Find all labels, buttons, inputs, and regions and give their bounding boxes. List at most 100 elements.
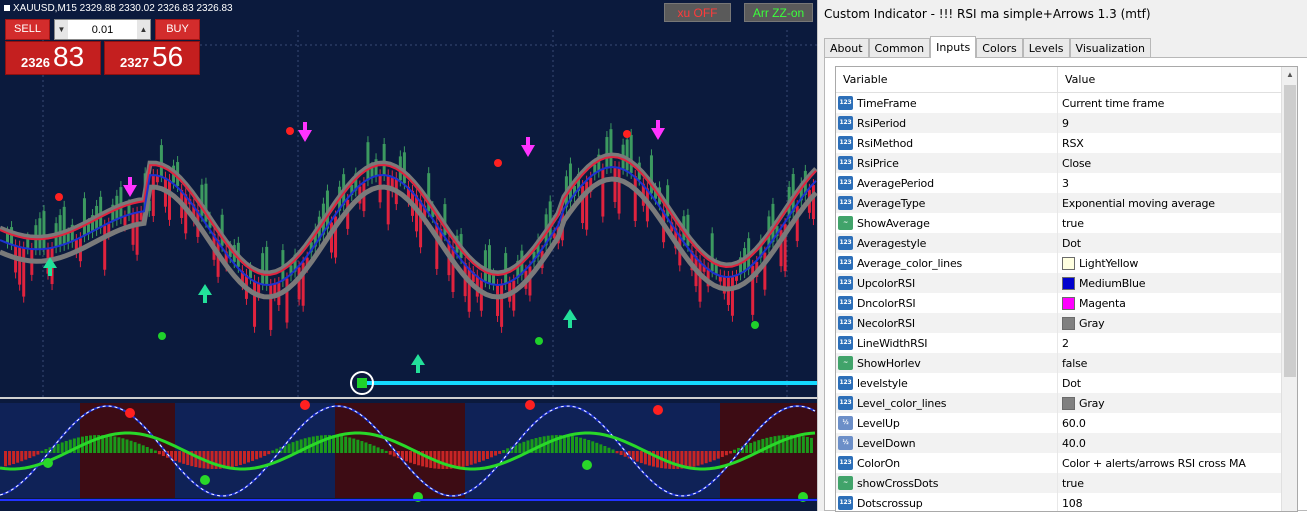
int-icon: 123 <box>838 336 853 350</box>
input-row[interactable]: 123 AveragePeriod 3 <box>836 173 1297 193</box>
input-row[interactable]: 123 ColorOn Color + alerts/arrows RSI cros… <box>836 453 1297 473</box>
input-value-cell[interactable]: 2 <box>1058 333 1282 353</box>
input-value: Close <box>1062 156 1091 170</box>
input-row[interactable]: 123 UpcolorRSI MediumBlue <box>836 273 1297 293</box>
chart-window[interactable]: XAUUSD,M15 2329.88 2330.02 2326.83 2326.… <box>0 0 817 511</box>
input-row[interactable]: 123 RsiPrice Close <box>836 153 1297 173</box>
input-value-cell[interactable]: Gray <box>1058 313 1282 333</box>
histogram-bar <box>465 451 469 466</box>
input-value-cell[interactable]: 9 <box>1058 113 1282 133</box>
histogram-bar <box>688 451 692 468</box>
input-value-cell[interactable]: true <box>1058 473 1282 493</box>
down-arrow-icon <box>123 185 137 197</box>
input-value-cell[interactable]: false <box>1058 353 1282 373</box>
candle-body <box>601 169 605 217</box>
input-value-cell[interactable]: Magenta <box>1058 293 1282 313</box>
input-variable-name: LineWidthRSI <box>857 336 928 350</box>
input-row[interactable]: 123 RsiMethod RSX <box>836 133 1297 153</box>
input-row[interactable]: ~ ShowAverage true <box>836 213 1297 233</box>
column-header-variable[interactable]: Variable <box>836 67 1058 92</box>
buy-price-button[interactable]: 2327 56 <box>104 41 200 75</box>
scroll-thumb[interactable] <box>1284 85 1296 377</box>
input-row[interactable]: ~ ShowHorlev false <box>836 353 1297 373</box>
input-row[interactable]: ½ LevelDown 40.0 <box>836 433 1297 453</box>
input-row[interactable]: 123 AverageType Exponential moving average <box>836 193 1297 213</box>
down-arrow-stem <box>526 137 530 146</box>
one-click-trading-panel: SELL ▼ ▲ BUY 2326 83 2327 56 <box>5 19 200 75</box>
input-row[interactable]: 123 Averagestyle Dot <box>836 233 1297 253</box>
histogram-bar <box>425 451 429 468</box>
input-value-cell[interactable]: 108 <box>1058 493 1282 511</box>
input-value-cell[interactable]: Close <box>1058 153 1282 173</box>
double-icon: ½ <box>838 436 853 450</box>
input-row[interactable]: 123 NecolorRSI Gray <box>836 313 1297 333</box>
input-variable-name: showCrossDots <box>857 476 939 490</box>
buy-button[interactable]: BUY <box>155 19 200 40</box>
input-row[interactable]: 123 Level_color_lines Gray <box>836 393 1297 413</box>
sell-price-button[interactable]: 2326 83 <box>5 41 101 75</box>
input-value-cell[interactable]: Dot <box>1058 233 1282 253</box>
scroll-up-icon[interactable]: ▲ <box>1282 67 1297 83</box>
vertical-scrollbar[interactable]: ▲ <box>1281 67 1297 511</box>
lot-size-field[interactable]: ▼ ▲ <box>54 19 151 40</box>
input-row[interactable]: 123 RsiPeriod 9 <box>836 113 1297 133</box>
input-value-cell[interactable]: Current time frame <box>1058 93 1282 113</box>
input-row[interactable]: 123 levelstyle Dot <box>836 373 1297 393</box>
input-value-cell[interactable]: 3 <box>1058 173 1282 193</box>
input-value-cell[interactable]: Gray <box>1058 393 1282 413</box>
input-value-cell[interactable]: Color + alerts/arrows RSI cross MA <box>1058 453 1282 473</box>
xu-off-button[interactable]: xu OFF <box>664 3 731 22</box>
input-row[interactable]: 123 DncolorRSI Magenta <box>836 293 1297 313</box>
input-value-cell[interactable]: 40.0 <box>1058 433 1282 453</box>
sell-button[interactable]: SELL <box>5 19 50 40</box>
lot-increase-icon[interactable]: ▲ <box>137 20 150 39</box>
input-row[interactable]: ½ LevelUp 60.0 <box>836 413 1297 433</box>
histogram-bar <box>117 437 121 453</box>
int-icon: 123 <box>838 176 853 190</box>
tab-colors[interactable]: Colors <box>976 38 1023 58</box>
input-value-cell[interactable]: true <box>1058 213 1282 233</box>
tab-levels[interactable]: Levels <box>1022 38 1070 58</box>
cross-dot-green <box>43 458 53 468</box>
tab-about[interactable]: About <box>824 38 869 58</box>
enum-icon: 123 <box>838 236 853 250</box>
histogram-bar <box>477 451 481 463</box>
lot-size-input[interactable] <box>68 20 137 39</box>
histogram-bar <box>765 437 769 453</box>
histogram-bar <box>473 451 477 464</box>
input-row[interactable]: 123 Dotscrossup 108 <box>836 493 1297 511</box>
red-dot <box>623 130 631 138</box>
histogram-bar <box>12 451 16 465</box>
histogram-bar <box>93 435 97 453</box>
input-value: 2 <box>1062 336 1069 350</box>
candle-body <box>168 179 171 220</box>
color-icon: 123 <box>838 296 853 310</box>
tab-inputs[interactable]: Inputs <box>930 36 977 58</box>
tab-visualization[interactable]: Visualization <box>1069 38 1152 58</box>
histogram-bar <box>263 451 267 456</box>
column-header-value[interactable]: Value <box>1058 67 1282 92</box>
input-value-cell[interactable]: LightYellow <box>1058 253 1282 273</box>
input-row[interactable]: 123 LineWidthRSI 2 <box>836 333 1297 353</box>
input-value-cell[interactable]: RSX <box>1058 133 1282 153</box>
candle-body <box>131 213 135 245</box>
tab-common[interactable]: Common <box>868 38 931 58</box>
input-value: 108 <box>1062 496 1083 510</box>
histogram-bar <box>805 436 809 453</box>
input-value-cell[interactable]: Exponential moving average <box>1058 193 1282 213</box>
lot-decrease-icon[interactable]: ▼ <box>55 20 68 39</box>
input-value: Gray <box>1079 316 1105 330</box>
input-row[interactable]: 123 TimeFrame Current time frame <box>836 93 1297 113</box>
red-dot <box>286 127 294 135</box>
enum-icon: 123 <box>838 456 853 470</box>
input-value-cell[interactable]: 60.0 <box>1058 413 1282 433</box>
up-arrow-icon <box>563 309 577 320</box>
input-row[interactable]: ~ showCrossDots true <box>836 473 1297 493</box>
input-row[interactable]: 123 Average_color_lines LightYellow <box>836 253 1297 273</box>
input-value-cell[interactable]: Dot <box>1058 373 1282 393</box>
rsi-subwindow[interactable] <box>0 397 817 511</box>
arr-zz-button[interactable]: Arr ZZ-on <box>744 3 813 22</box>
symbol-square-icon <box>4 5 10 11</box>
input-value-cell[interactable]: MediumBlue <box>1058 273 1282 293</box>
histogram-bar <box>340 435 344 453</box>
